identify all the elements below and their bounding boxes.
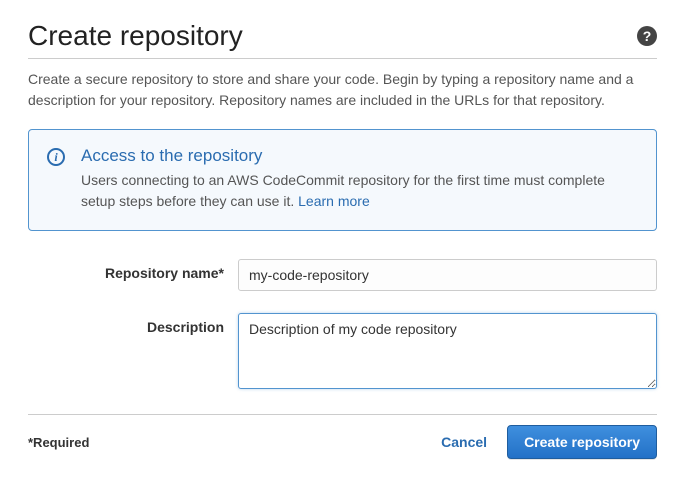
- help-icon[interactable]: ?: [637, 26, 657, 46]
- repository-name-input[interactable]: [238, 259, 657, 291]
- info-title: Access to the repository: [81, 146, 638, 166]
- form-row-repository-name: Repository name*: [28, 259, 657, 291]
- info-icon: i: [47, 148, 65, 166]
- info-content: Access to the repository Users connectin…: [81, 146, 638, 212]
- description-label: Description: [28, 313, 238, 335]
- description-input-wrap: Description of my code repository: [238, 313, 657, 392]
- learn-more-link[interactable]: Learn more: [298, 193, 370, 209]
- footer-row: *Required Cancel Create repository: [28, 414, 657, 459]
- create-repository-button[interactable]: Create repository: [507, 425, 657, 459]
- page-description: Create a secure repository to store and …: [28, 69, 657, 111]
- info-body: Users connecting to an AWS CodeCommit re…: [81, 170, 638, 212]
- description-textarea[interactable]: Description of my code repository: [238, 313, 657, 389]
- form-row-description: Description Description of my code repos…: [28, 313, 657, 392]
- info-box: i Access to the repository Users connect…: [28, 129, 657, 231]
- page-header: Create repository ?: [28, 20, 657, 59]
- required-note: *Required: [28, 435, 89, 450]
- cancel-button[interactable]: Cancel: [431, 426, 497, 458]
- repository-name-label: Repository name*: [28, 259, 238, 281]
- page-title: Create repository: [28, 20, 243, 52]
- repository-name-input-wrap: [238, 259, 657, 291]
- button-group: Cancel Create repository: [431, 425, 657, 459]
